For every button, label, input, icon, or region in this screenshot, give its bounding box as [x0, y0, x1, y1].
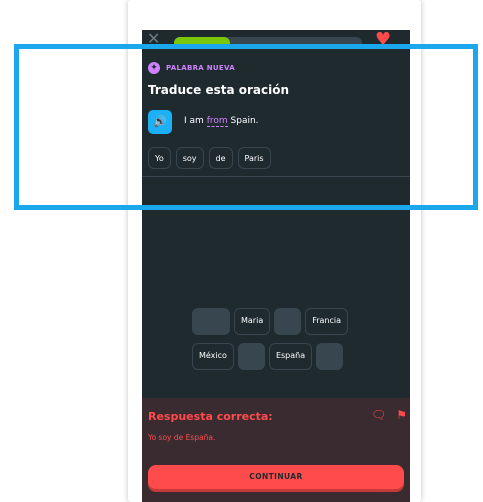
- word-bank-empty-slot: [316, 343, 344, 370]
- word-bank-chip[interactable]: Maria: [234, 308, 271, 335]
- correct-answer-text: Yo soy de España.: [148, 433, 216, 442]
- continue-button[interactable]: CONTINUAR: [148, 465, 404, 489]
- answer-word-chip[interactable]: Yo: [148, 147, 171, 169]
- speaker-icon[interactable]: 🔊: [148, 110, 172, 134]
- lesson-screen: ✕ ♥ ✦ PALABRA NUEVA Traduce esta oración…: [142, 30, 410, 502]
- exercise-title: Traduce esta oración: [148, 83, 290, 97]
- answer-area: Yo soy de Paris: [148, 147, 271, 169]
- comment-icon[interactable]: 🗨: [371, 408, 386, 422]
- flag-icon[interactable]: ⚑: [396, 408, 407, 422]
- word-bank-chip[interactable]: Francia: [305, 308, 349, 335]
- word-bank-empty-slot: [192, 308, 230, 335]
- word-bank-chip[interactable]: España: [268, 343, 313, 370]
- heart-icon: ♥: [375, 30, 392, 50]
- lesson-top-bar: ✕ ♥: [142, 30, 410, 52]
- word-bank-chip[interactable]: México: [192, 343, 234, 370]
- prompt-sentence: I am from Spain.: [184, 116, 259, 127]
- new-word-icon: ✦: [148, 62, 160, 74]
- lesson-progress-bar: [174, 37, 362, 49]
- feedback-actions: 🗨 ⚑: [371, 408, 407, 422]
- prompt-text-after: Spain.: [230, 116, 259, 126]
- word-bank-row: México España: [192, 343, 344, 370]
- feedback-panel: Respuesta correcta: 🗨 ⚑ Yo soy de España…: [142, 398, 410, 502]
- answer-word-chip[interactable]: soy: [175, 147, 204, 169]
- word-bank-row: Maria Francia: [192, 308, 349, 335]
- feedback-title: Respuesta correcta:: [148, 410, 273, 423]
- prompt-text-before: I am: [184, 116, 204, 126]
- word-bank-empty-slot: [237, 343, 265, 370]
- answer-word-chip[interactable]: Paris: [237, 147, 271, 169]
- prompt-new-word[interactable]: from: [206, 116, 228, 127]
- word-bank-empty-slot: [274, 308, 302, 335]
- new-word-badge: ✦ PALABRA NUEVA: [148, 62, 235, 74]
- progress-fill: [174, 37, 231, 49]
- answer-divider: [142, 176, 410, 177]
- close-icon[interactable]: ✕: [147, 31, 160, 47]
- new-word-label: PALABRA NUEVA: [166, 64, 235, 72]
- answer-word-chip[interactable]: de: [208, 147, 233, 169]
